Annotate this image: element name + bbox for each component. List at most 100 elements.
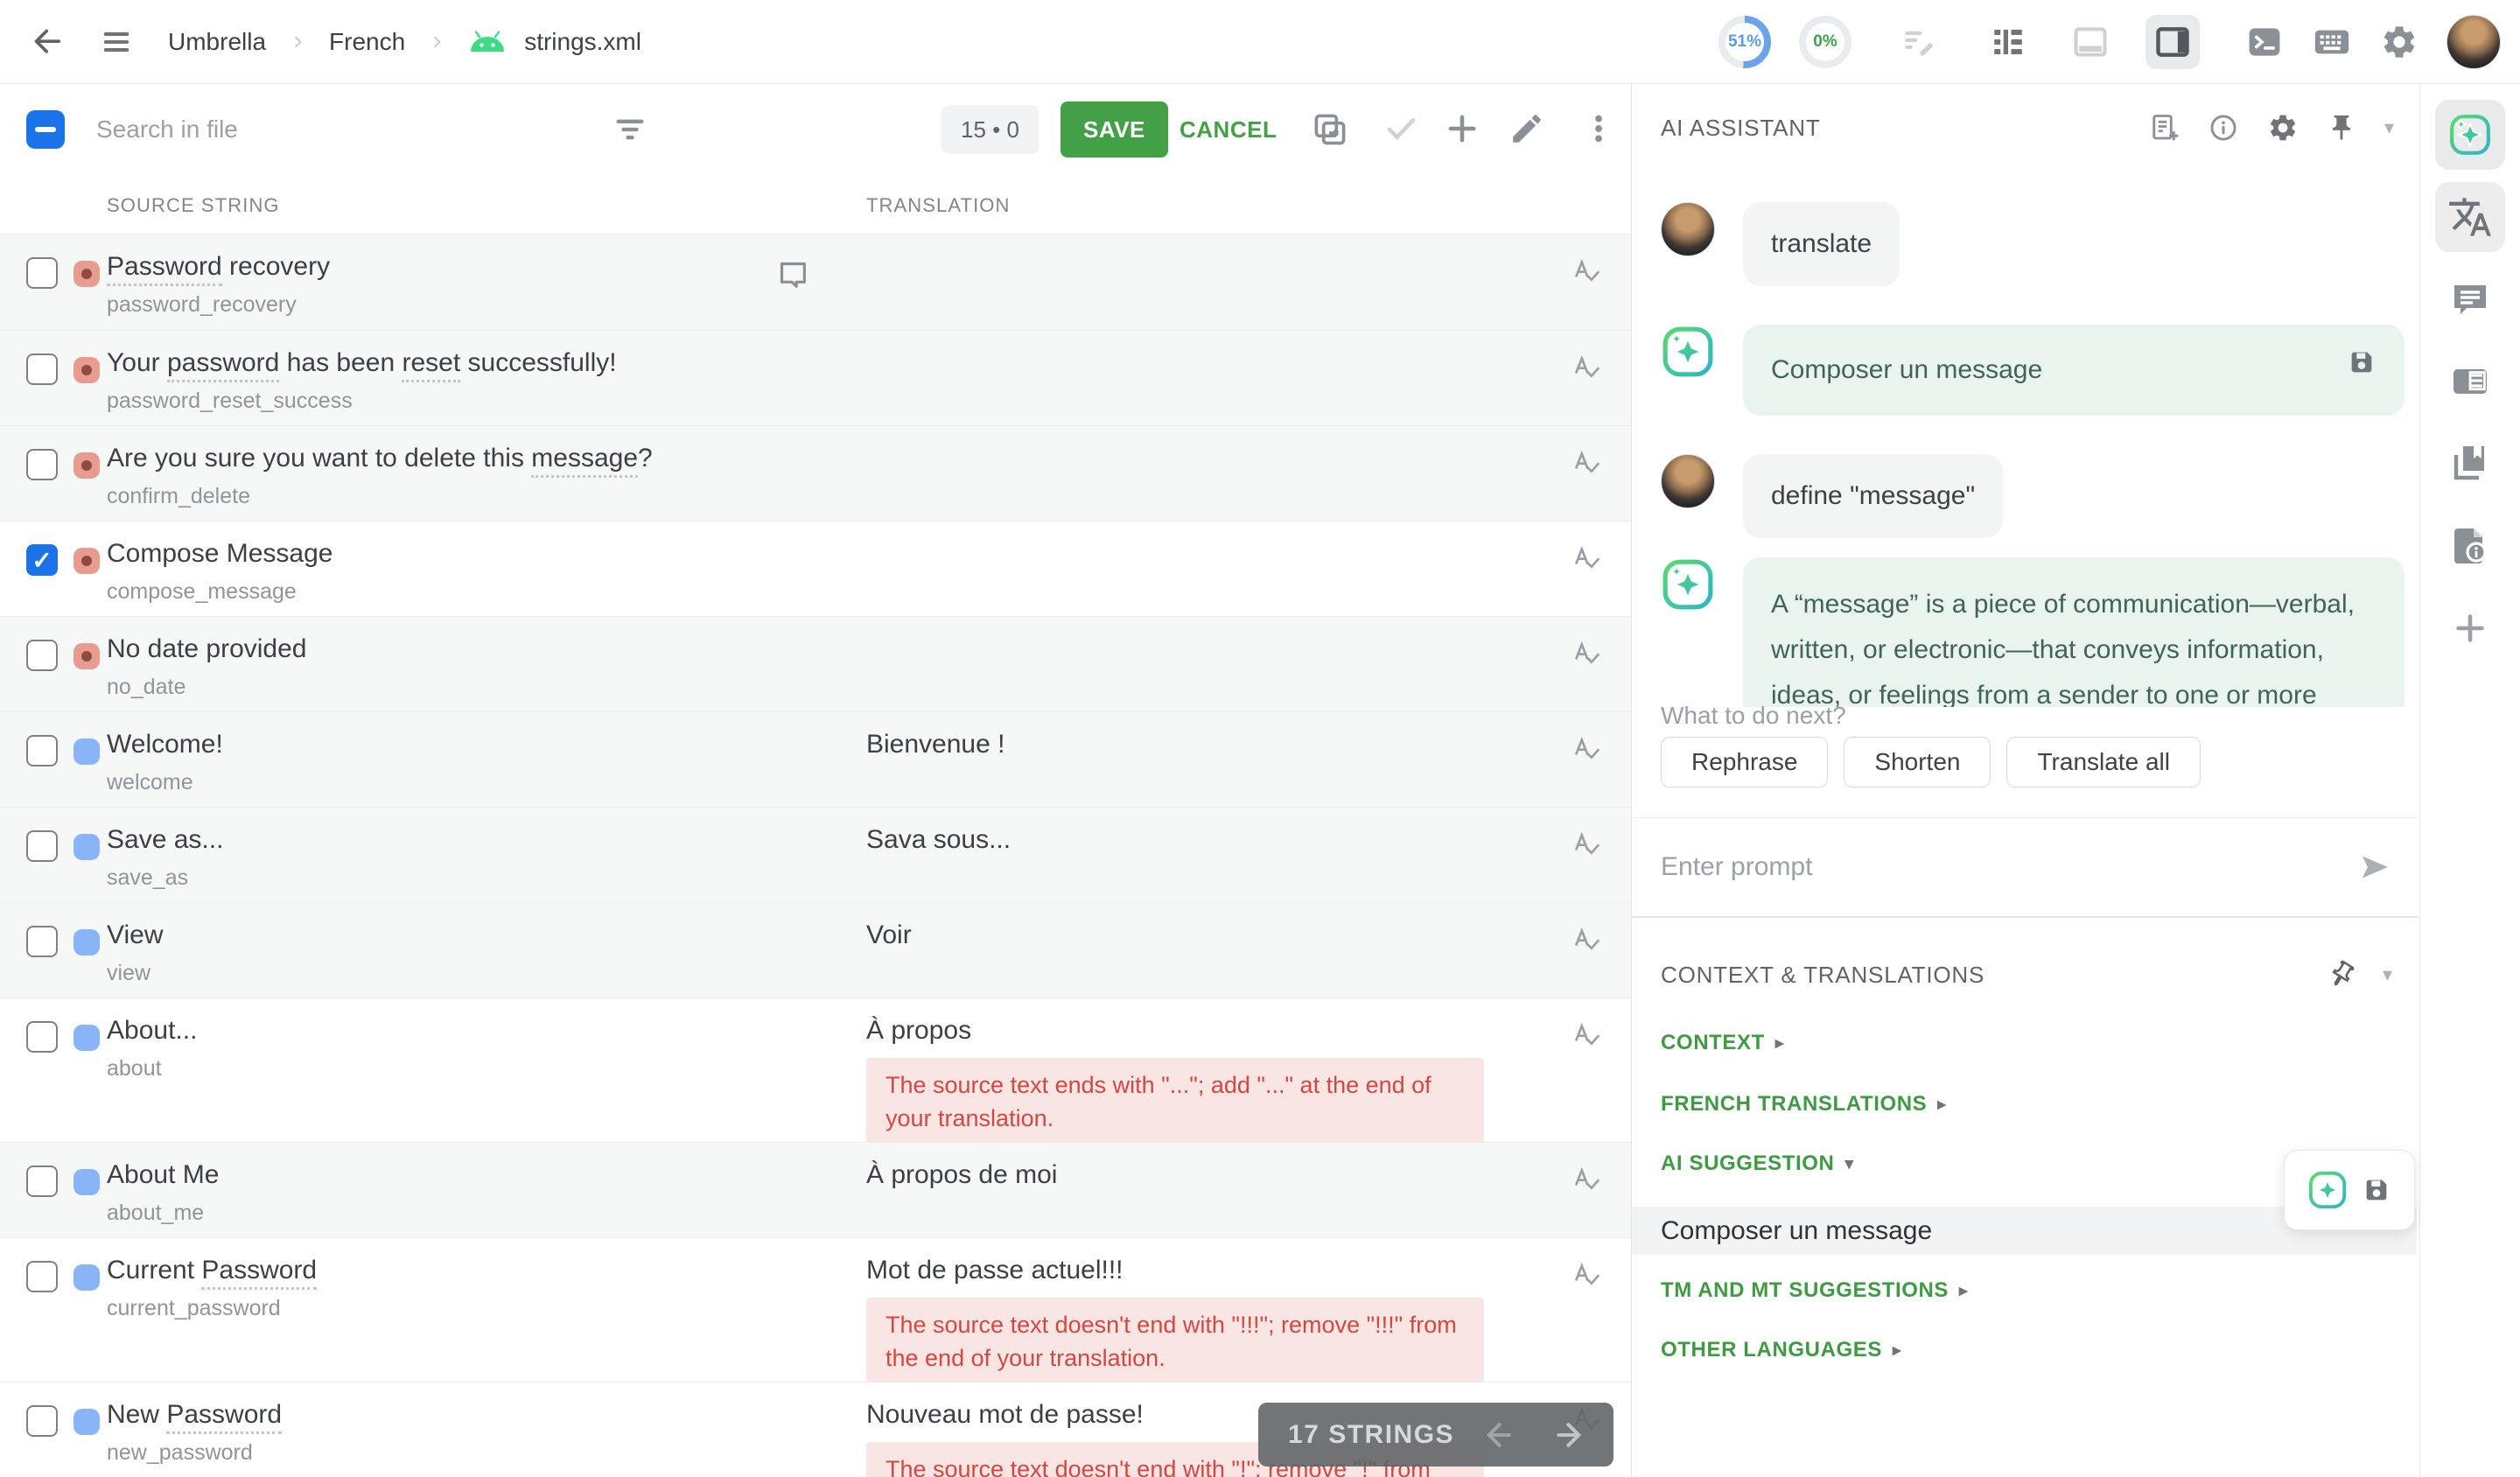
row-checkbox[interactable] — [26, 1166, 58, 1197]
pin-icon[interactable] — [2327, 113, 2356, 143]
row-checkbox[interactable] — [26, 1021, 58, 1053]
section-ai-suggestion[interactable]: AI SUGGESTION▾ — [1661, 1152, 1854, 1176]
info-icon[interactable] — [2208, 112, 2239, 144]
table-row[interactable]: About Me about_me À propos de moi — [0, 1142, 1631, 1237]
spellcheck-icon[interactable] — [1570, 638, 1603, 671]
select-all-checkbox[interactable] — [26, 110, 65, 149]
cancel-button[interactable]: CANCEL — [1180, 102, 1277, 158]
more-options-icon[interactable] — [1580, 110, 1617, 147]
section-tm-mt-suggestions[interactable]: TM AND MT SUGGESTIONS▸ — [1661, 1278, 1968, 1303]
section-context[interactable]: CONTEXT▸ — [1661, 1031, 1784, 1055]
table-row[interactable]: Current Password current_password Mot de… — [0, 1237, 1631, 1382]
comment-icon[interactable] — [775, 257, 810, 292]
ai-sparkle-icon[interactable] — [2307, 1170, 2348, 1210]
row-checkbox[interactable] — [26, 640, 58, 671]
shorten-button[interactable]: Shorten — [1844, 737, 1991, 788]
table-row[interactable]: No date provided no_date — [0, 616, 1631, 711]
section-other-languages[interactable]: OTHER LANGUAGES▸ — [1661, 1338, 1901, 1362]
translation-text[interactable]: Sava sous... — [866, 825, 1011, 855]
draft-edit-icon[interactable] — [1900, 24, 1937, 60]
table-row[interactable]: Password recovery password_recovery — [0, 234, 1631, 330]
spellcheck-icon[interactable] — [1570, 1019, 1603, 1053]
back-icon[interactable] — [30, 24, 65, 60]
translations-panel-tab-icon[interactable] — [2435, 346, 2505, 416]
prev-page-icon[interactable] — [1477, 1416, 1516, 1454]
row-checkbox[interactable] — [26, 830, 58, 862]
add-panel-tab-icon[interactable] — [2435, 593, 2505, 663]
ai-settings-gear-icon[interactable] — [2267, 112, 2299, 144]
chevron-down-icon: ▾ — [1845, 1154, 1854, 1174]
ai-assistant-tab-icon[interactable] — [2435, 100, 2505, 170]
row-checkbox[interactable] — [26, 544, 58, 576]
menu-icon[interactable] — [100, 25, 133, 59]
spellcheck-icon[interactable] — [1570, 1164, 1603, 1197]
row-checkbox[interactable] — [26, 926, 58, 957]
spellcheck-icon[interactable] — [1570, 1259, 1603, 1292]
spellcheck-icon[interactable] — [1570, 542, 1603, 576]
table-row[interactable]: Save as... save_as Sava sous... — [0, 807, 1631, 902]
user-avatar[interactable] — [2446, 15, 2501, 69]
spellcheck-icon[interactable] — [1570, 352, 1603, 385]
collapse-chevron-icon[interactable]: ▾ — [2383, 963, 2392, 986]
translate-tab-icon[interactable] — [2435, 182, 2505, 252]
chevron-right-icon — [289, 33, 306, 51]
save-suggestion-icon[interactable] — [2362, 1175, 2391, 1205]
side-by-side-view-icon[interactable] — [1981, 15, 2035, 69]
next-page-icon[interactable] — [1552, 1416, 1591, 1454]
prompt-input[interactable] — [1661, 852, 2357, 882]
console-icon[interactable] — [2245, 23, 2284, 61]
collapse-chevron-icon[interactable]: ▾ — [2384, 116, 2394, 139]
table-row[interactable]: Welcome! welcome Bienvenue ! — [0, 711, 1631, 807]
copy-source-icon[interactable] — [1311, 110, 1349, 149]
save-button[interactable]: SAVE — [1060, 102, 1168, 158]
ai-panel-title: AI ASSISTANT — [1661, 115, 1821, 142]
row-checkbox[interactable] — [26, 257, 58, 289]
file-info-tab-icon[interactable] — [2435, 511, 2505, 581]
breadcrumb-language[interactable]: French — [329, 28, 405, 56]
table-row[interactable]: Compose Message compose_message — [0, 521, 1631, 616]
glossary-tab-icon[interactable] — [2435, 429, 2505, 499]
comments-tab-icon[interactable] — [2435, 264, 2505, 334]
translation-text[interactable]: À propos de moi — [866, 1160, 1057, 1190]
saved-prompts-icon[interactable] — [2148, 112, 2180, 144]
send-icon[interactable] — [2357, 850, 2392, 885]
unpin-icon[interactable] — [2327, 960, 2356, 990]
spellcheck-icon[interactable] — [1570, 256, 1603, 289]
breadcrumb-file[interactable]: strings.xml — [524, 28, 641, 56]
table-row[interactable]: About... about À propos The source text … — [0, 998, 1631, 1142]
row-checkbox[interactable] — [26, 354, 58, 385]
translated-progress-ring[interactable]: 51% — [1718, 16, 1771, 68]
spellcheck-icon[interactable] — [1570, 733, 1603, 766]
spellcheck-icon[interactable] — [1570, 447, 1603, 480]
translation-text[interactable]: Nouveau mot de passe! — [866, 1400, 1144, 1430]
string-key: about_me — [107, 1200, 204, 1226]
gear-icon[interactable] — [2380, 23, 2418, 61]
row-checkbox[interactable] — [26, 1405, 58, 1437]
table-row[interactable]: Are you sure you want to delete this mes… — [0, 425, 1631, 521]
add-string-icon[interactable] — [1444, 110, 1480, 147]
row-checkbox[interactable] — [26, 1261, 58, 1292]
edit-pencil-icon[interactable] — [1508, 110, 1545, 147]
table-row[interactable]: View view Voir — [0, 902, 1631, 998]
approve-check-icon[interactable] — [1382, 110, 1419, 147]
bottom-panel-view-icon[interactable] — [2063, 15, 2118, 69]
save-suggestion-icon[interactable] — [2326, 347, 2376, 377]
search-input[interactable] — [96, 105, 551, 154]
spellcheck-icon[interactable] — [1570, 829, 1603, 862]
translation-text[interactable]: Bienvenue ! — [866, 730, 1004, 760]
translation-text[interactable]: Voir — [866, 920, 912, 950]
filter-icon[interactable] — [612, 112, 648, 147]
keyboard-icon[interactable] — [2312, 22, 2352, 62]
row-checkbox[interactable] — [26, 735, 58, 766]
spellcheck-icon[interactable] — [1570, 924, 1603, 957]
rephrase-button[interactable]: Rephrase — [1661, 737, 1828, 788]
breadcrumb-project[interactable]: Umbrella — [168, 28, 266, 56]
approved-progress-ring[interactable]: 0% — [1799, 16, 1852, 68]
translation-text[interactable]: Mot de passe actuel!!! — [866, 1256, 1124, 1285]
translate-all-button[interactable]: Translate all — [2006, 737, 2200, 788]
table-row[interactable]: Your password has been reset successfull… — [0, 330, 1631, 425]
translation-text[interactable]: À propos — [866, 1016, 971, 1046]
section-french-translations[interactable]: FRENCH TRANSLATIONS▸ — [1661, 1092, 1946, 1116]
right-panel-view-icon[interactable] — [2146, 15, 2200, 69]
row-checkbox[interactable] — [26, 449, 58, 480]
